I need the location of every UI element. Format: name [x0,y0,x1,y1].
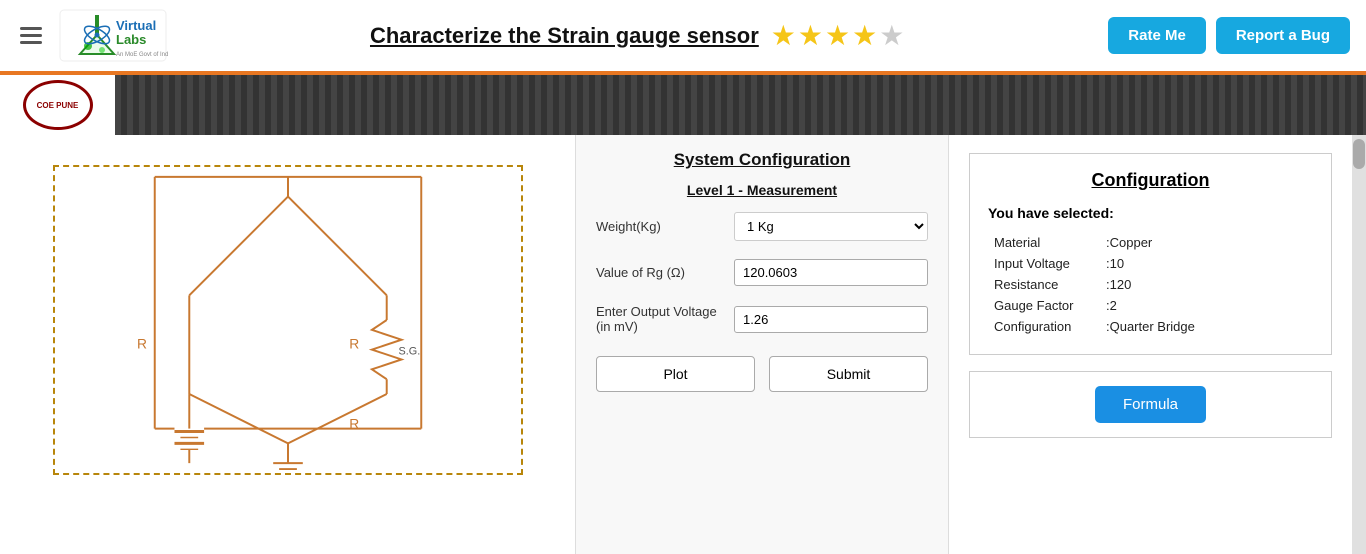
circuit-svg: R R R S.G. [55,167,521,473]
material-value: :Copper [1102,233,1311,252]
report-bug-button[interactable]: Report a Bug [1216,17,1350,54]
star-rating: ★★★★★ [771,19,907,52]
circuit-diagram: R R R S.G. [53,165,523,475]
you-selected-label: You have selected: [988,205,1313,221]
main-content: R R R S.G. System Configuration Level 1 … [0,135,1366,554]
college-name: COE PUNE [37,101,79,110]
rate-me-button[interactable]: Rate Me [1108,17,1206,54]
output-voltage-input[interactable] [734,306,928,333]
action-buttons: Plot Submit [596,356,928,392]
formula-button[interactable]: Formula [1095,386,1206,423]
weight-row: Weight(Kg) 1 Kg 2 Kg 5 Kg 10 Kg [596,212,928,241]
output-voltage-label: Enter Output Voltage (in mV) [596,304,726,334]
gauge-factor-value: :2 [1102,296,1311,315]
circuit-panel: R R R S.G. [0,135,575,554]
config-table: Material :Copper Input Voltage :10 Resis… [988,231,1313,338]
hamburger-button[interactable] [16,23,46,48]
svg-text:R: R [136,336,146,352]
configuration-label: Configuration [990,317,1100,336]
weight-label: Weight(Kg) [596,219,726,234]
configuration-box-title: Configuration [988,170,1313,191]
header: Virtual Labs An MoE Govt of India Initia… [0,0,1366,75]
college-logo-inner: COE PUNE [23,80,93,130]
table-row: Configuration :Quarter Bridge [990,317,1311,336]
gauge-factor-label: Gauge Factor [990,296,1100,315]
resistance-value: :120 [1102,275,1311,294]
college-logo: COE PUNE [0,75,115,135]
input-voltage-label: Input Voltage [990,254,1100,273]
logo-area: Virtual Labs An MoE Govt of India Initia… [58,8,168,63]
resistance-label: Resistance [990,275,1100,294]
configuration-value: :Quarter Bridge [1102,317,1311,336]
input-voltage-value: :10 [1102,254,1311,273]
virtual-labs-logo: Virtual Labs An MoE Govt of India Initia… [58,8,168,63]
page-title: Characterize the Strain gauge sensor [370,23,759,49]
plot-button[interactable]: Plot [596,356,755,392]
table-row: Gauge Factor :2 [990,296,1311,315]
formula-box: Formula [969,371,1332,438]
submit-button[interactable]: Submit [769,356,928,392]
rg-row: Value of Rg (Ω) [596,259,928,286]
system-config-title: System Configuration [596,150,928,170]
svg-text:S.G.: S.G. [398,346,420,358]
table-row: Resistance :120 [990,275,1311,294]
table-row: Material :Copper [990,233,1311,252]
material-label: Material [990,233,1100,252]
svg-text:Labs: Labs [116,32,146,47]
table-row: Input Voltage :10 [990,254,1311,273]
header-center: Characterize the Strain gauge sensor ★★★… [168,19,1108,52]
output-voltage-row: Enter Output Voltage (in mV) [596,304,928,334]
configuration-box: Configuration You have selected: Materia… [969,153,1332,355]
weight-select[interactable]: 1 Kg 2 Kg 5 Kg 10 Kg [734,212,928,241]
level-title: Level 1 - Measurement [596,182,928,198]
header-right: Rate Me Report a Bug [1108,17,1350,54]
svg-text:An MoE Govt of India Initiativ: An MoE Govt of India Initiative [116,52,168,58]
rg-input[interactable] [734,259,928,286]
rg-label: Value of Rg (Ω) [596,265,726,280]
sub-header: COE PUNE [0,75,1366,135]
system-config-panel: System Configuration Level 1 - Measureme… [575,135,949,554]
svg-text:Virtual: Virtual [116,18,156,33]
sub-header-stripe [115,75,1366,135]
svg-text:R: R [349,336,359,352]
scrollbar-thumb[interactable] [1353,139,1365,169]
info-panel: Configuration You have selected: Materia… [949,135,1352,554]
scrollbar[interactable] [1352,135,1366,554]
